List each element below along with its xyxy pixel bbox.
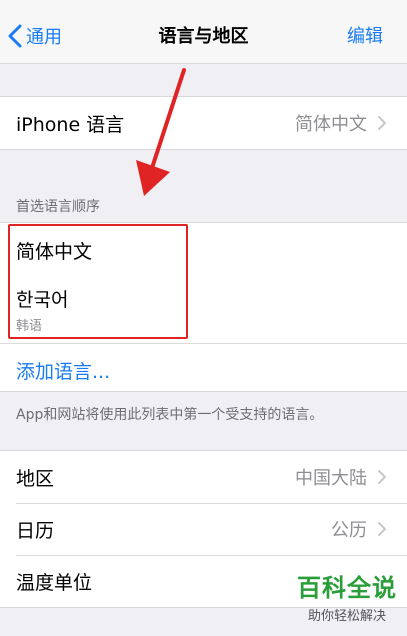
watermark: 百科全说 助你轻松解决 [297,568,397,624]
calendar-row[interactable]: 日历 公历 [0,503,407,555]
language-footer-note: App和网站将使用此列表中第一个受支持的语言。 [16,407,324,423]
calendar-label: 日历 [16,519,55,542]
iphone-language-value: 简体中文 [295,114,367,135]
chevron-right-icon [378,116,386,130]
nav-bar: 通用 语言与地区 编辑 [0,0,407,64]
watermark-title: 百科全说 [297,574,397,602]
add-language-button[interactable]: 添加语言... [16,357,110,384]
highlight-box [8,224,188,339]
temperature-unit-label: 温度单位 [16,571,93,594]
page-title: 语言与地区 [158,26,249,47]
iphone-language-group: iPhone 语言 简体中文 [0,96,407,150]
iphone-language-row[interactable]: iPhone 语言 简体中文 [0,97,407,149]
divider [0,343,407,344]
chevron-right-icon [378,522,386,536]
chevron-right-icon [378,470,386,484]
edit-button[interactable]: 编辑 [347,22,383,48]
iphone-language-label: iPhone 语言 [16,113,125,136]
region-row[interactable]: 地区 中国大陆 [0,451,407,503]
calendar-value: 公历 [331,520,367,541]
region-label: 地区 [16,467,55,490]
region-value: 中国大陆 [295,468,367,489]
preferred-order-header: 首选语言顺序 [16,199,100,215]
watermark-subtitle: 助你轻松解决 [307,609,386,624]
